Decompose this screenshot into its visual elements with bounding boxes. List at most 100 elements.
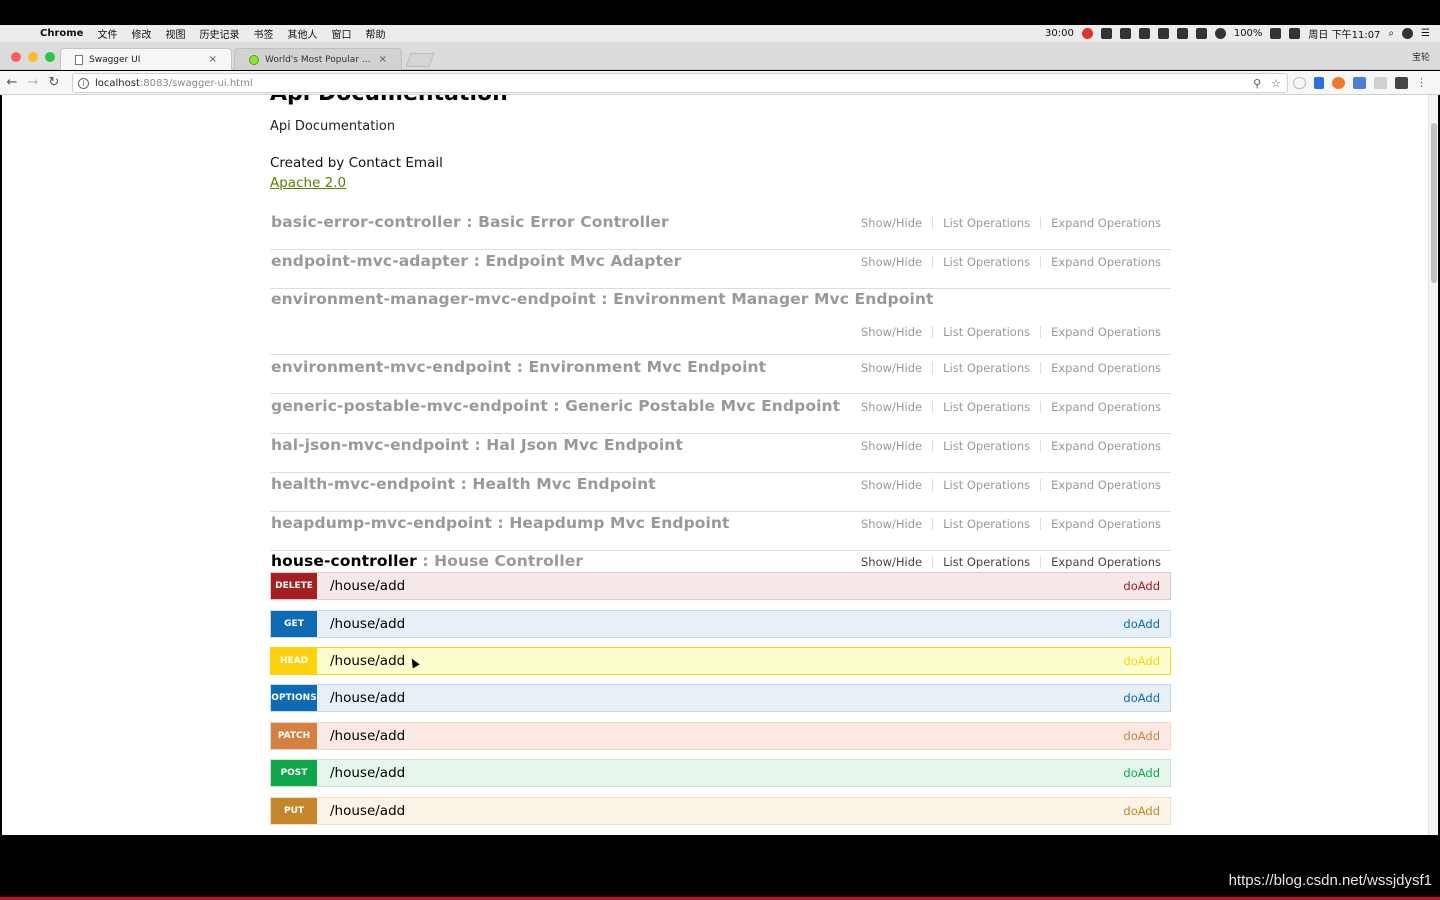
timer-icon[interactable] [1081, 28, 1093, 39]
resource-title[interactable]: health-mvc-endpoint : Health Mvc Endpoin… [271, 475, 656, 493]
shield-icon[interactable] [1293, 77, 1306, 89]
endpoint-post[interactable]: post/house/add doAdd [270, 759, 1171, 787]
resource-tag[interactable]: hal-json-mvc-endpoint [271, 436, 469, 454]
expand-operations-link[interactable]: Expand Operations [1041, 517, 1171, 531]
endpoint-summary[interactable]: doAdd [1123, 729, 1160, 743]
http-method-badge[interactable]: delete [271, 573, 317, 599]
siri-icon[interactable] [1402, 28, 1414, 39]
endpoint-path[interactable]: /house/add [330, 765, 405, 781]
resource-tag[interactable]: environment-manager-mvc-endpoint [271, 290, 596, 308]
resource-title[interactable]: generic-postable-mvc-endpoint : Generic … [271, 397, 840, 415]
app-icon[interactable] [1195, 28, 1207, 39]
endpoint-path[interactable]: /house/add [330, 653, 405, 669]
menu-dots-icon[interactable]: ⋮ [1416, 77, 1427, 89]
show-hide-link[interactable]: Show/Hide [851, 400, 932, 414]
address-bar[interactable]: i localhost :8083/swagger-ui.html ⚲ ☆ [72, 73, 1288, 93]
extension-c-icon[interactable] [1353, 77, 1366, 89]
show-hide-link[interactable]: Show/Hide [851, 361, 932, 375]
menu-help[interactable]: 帮助 [365, 26, 385, 41]
page-scrollbar[interactable] [1428, 95, 1438, 835]
expand-operations-link[interactable]: Expand Operations [1041, 400, 1171, 414]
endpoint-put[interactable]: put/house/add doAdd [270, 797, 1171, 825]
resource-tag[interactable]: generic-postable-mvc-endpoint [271, 397, 548, 415]
endpoint-summary[interactable]: doAdd [1123, 691, 1160, 705]
menu-bookmarks[interactable]: 书签 [253, 26, 273, 41]
list-operations-link[interactable]: List Operations [933, 478, 1040, 492]
endpoint-patch[interactable]: patch/house/add doAdd [270, 722, 1171, 750]
endpoint-head[interactable]: head/house/add doAdd [270, 647, 1171, 675]
endpoint-summary[interactable]: doAdd [1123, 654, 1160, 668]
extension-d-icon[interactable] [1374, 77, 1387, 89]
close-tab-icon[interactable]: × [379, 54, 387, 65]
menu-edit[interactable]: 修改 [131, 26, 151, 41]
endpoint-path[interactable]: /house/add [330, 803, 405, 819]
show-hide-link[interactable]: Show/Hide [851, 255, 932, 269]
zoom-window-button[interactable] [45, 52, 55, 62]
show-hide-link[interactable]: Show/Hide [851, 555, 932, 569]
resource-tag[interactable]: house-controller [271, 552, 417, 570]
close-tab-icon[interactable]: × [209, 54, 217, 65]
resource-tag[interactable]: heapdump-mvc-endpoint [271, 514, 492, 532]
window-icon[interactable] [1176, 28, 1188, 39]
back-icon[interactable]: ← [3, 75, 21, 90]
resource-title[interactable]: hal-json-mvc-endpoint : Hal Json Mvc End… [271, 436, 683, 454]
show-hide-link[interactable]: Show/Hide [851, 216, 932, 230]
notification-center-icon[interactable]: ☰ [1421, 28, 1430, 39]
timer-text[interactable]: 30:00 [1045, 28, 1074, 39]
resource-title[interactable]: heapdump-mvc-endpoint : Heapdump Mvc End… [271, 514, 730, 532]
resource-tag[interactable]: endpoint-mvc-adapter [271, 252, 468, 270]
endpoint-summary[interactable]: doAdd [1123, 617, 1160, 631]
list-operations-link[interactable]: List Operations [933, 555, 1040, 569]
show-hide-link[interactable]: Show/Hide [851, 439, 932, 453]
http-method-badge[interactable]: patch [271, 723, 317, 749]
menu-app-name[interactable]: Chrome [40, 28, 83, 39]
list-operations-link[interactable]: List Operations [933, 255, 1040, 269]
http-method-badge[interactable]: put [271, 798, 317, 824]
list-operations-link[interactable]: List Operations [933, 439, 1040, 453]
tab-swagger-io[interactable]: World's Most Popular API Framework × [234, 48, 402, 70]
expand-operations-link[interactable]: Expand Operations [1041, 439, 1171, 453]
endpoint-path[interactable]: /house/add [330, 690, 405, 706]
info-icon[interactable]: i [78, 77, 89, 89]
show-hide-link[interactable]: Show/Hide [851, 325, 932, 339]
extension-a-icon[interactable] [1314, 77, 1324, 89]
endpoint-summary[interactable]: doAdd [1123, 579, 1160, 593]
expand-operations-link[interactable]: Expand Operations [1041, 478, 1171, 492]
list-operations-link[interactable]: List Operations [933, 517, 1040, 531]
minimize-window-button[interactable] [28, 52, 38, 62]
show-hide-link[interactable]: Show/Hide [851, 478, 932, 492]
http-method-badge[interactable]: get [271, 611, 317, 637]
endpoint-path[interactable]: /house/add [330, 728, 405, 744]
endpoint-summary[interactable]: doAdd [1123, 804, 1160, 818]
scrollbar-thumb[interactable] [1431, 123, 1437, 283]
input-method-icon[interactable] [1289, 28, 1301, 39]
menu-file[interactable]: 文件 [97, 26, 117, 41]
clock-text[interactable]: 周日 下午11:07 [1308, 26, 1380, 41]
send-icon[interactable] [1119, 28, 1131, 39]
http-method-badge[interactable]: head [271, 648, 317, 674]
list-operations-link[interactable]: List Operations [933, 216, 1040, 230]
spotlight-icon[interactable]: ⌕ [1388, 28, 1394, 39]
menu-view[interactable]: 视图 [165, 26, 185, 41]
http-method-badge[interactable]: options [271, 685, 317, 711]
expand-operations-link[interactable]: Expand Operations [1041, 325, 1171, 339]
cloud-icon[interactable] [1157, 28, 1169, 39]
extension-b-icon[interactable] [1332, 77, 1345, 89]
license-link[interactable]: Apache 2.0 [270, 175, 346, 191]
expand-operations-link[interactable]: Expand Operations [1041, 255, 1171, 269]
endpoint-get[interactable]: get/house/add doAdd [270, 610, 1171, 638]
resource-tag[interactable]: health-mvc-endpoint [271, 475, 455, 493]
battery-text[interactable]: 100% [1234, 28, 1263, 39]
expand-operations-link[interactable]: Expand Operations [1041, 216, 1171, 230]
zoom-icon[interactable]: ⚲ [1253, 77, 1261, 90]
http-method-badge[interactable]: post [271, 760, 317, 786]
bookmark-star-icon[interactable]: ☆ [1271, 77, 1281, 90]
wifi-icon[interactable] [1214, 28, 1226, 39]
list-operations-link[interactable]: List Operations [933, 400, 1040, 414]
battery-icon[interactable] [1270, 28, 1282, 39]
resource-title[interactable]: environment-manager-mvc-endpoint : Envir… [271, 290, 934, 308]
menu-window[interactable]: 窗口 [331, 26, 351, 41]
extension-e-icon[interactable] [1395, 77, 1408, 89]
endpoint-path[interactable]: /house/add [330, 578, 405, 594]
menu-history[interactable]: 历史记录 [199, 26, 239, 41]
